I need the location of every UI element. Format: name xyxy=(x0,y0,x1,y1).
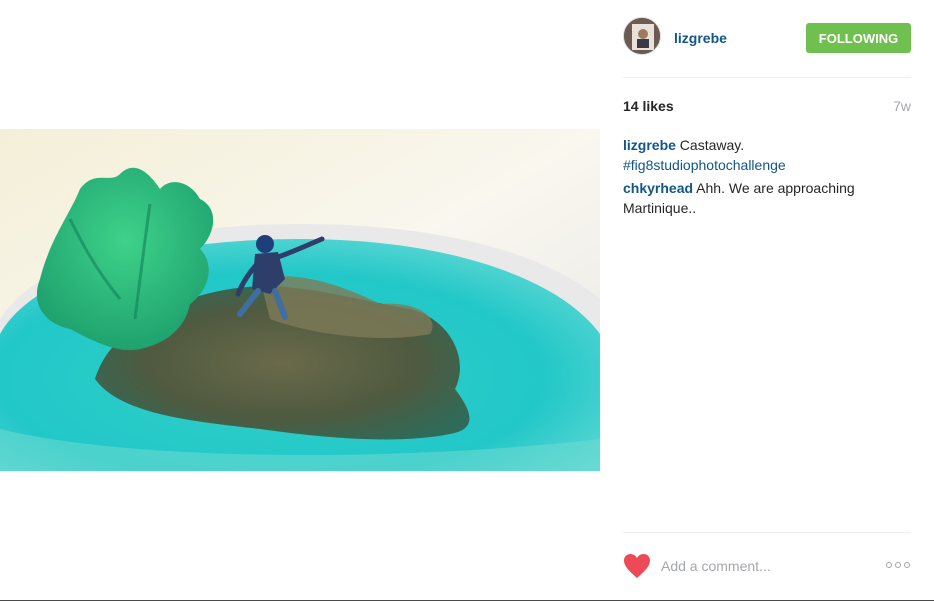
comments-list: lizgrebe Castaway. #fig8studiophotochall… xyxy=(623,135,911,221)
add-comment-input[interactable] xyxy=(661,555,861,577)
more-options-icon[interactable] xyxy=(885,560,911,570)
post-sidebar: lizgrebe FOLLOWING 14 likes 7w lizgrebe … xyxy=(623,0,911,601)
post-time[interactable]: 7w xyxy=(893,98,911,114)
comment-username[interactable]: chkyrhead xyxy=(623,180,693,196)
post-header: lizgrebe FOLLOWING xyxy=(623,17,911,59)
likes-count[interactable]: 14 likes xyxy=(623,98,674,114)
following-button[interactable]: FOLLOWING xyxy=(806,23,911,53)
divider xyxy=(623,77,911,78)
caption-username[interactable]: lizgrebe xyxy=(623,137,676,153)
post-photo[interactable] xyxy=(0,129,600,471)
avatar[interactable] xyxy=(623,17,661,55)
caption-hashtag[interactable]: #fig8studiophotochallenge xyxy=(623,157,786,173)
photo-pane xyxy=(0,0,600,601)
list-item: chkyrhead Ahh. We are approaching Martin… xyxy=(623,178,911,218)
caption-text: Castaway. xyxy=(675,137,745,153)
author-username[interactable]: lizgrebe xyxy=(674,30,727,46)
caption: lizgrebe Castaway. #fig8studiophotochall… xyxy=(623,135,911,175)
divider xyxy=(623,532,911,533)
heart-icon[interactable] xyxy=(623,553,651,579)
avatar-image xyxy=(624,18,660,54)
comment-footer xyxy=(623,551,911,583)
